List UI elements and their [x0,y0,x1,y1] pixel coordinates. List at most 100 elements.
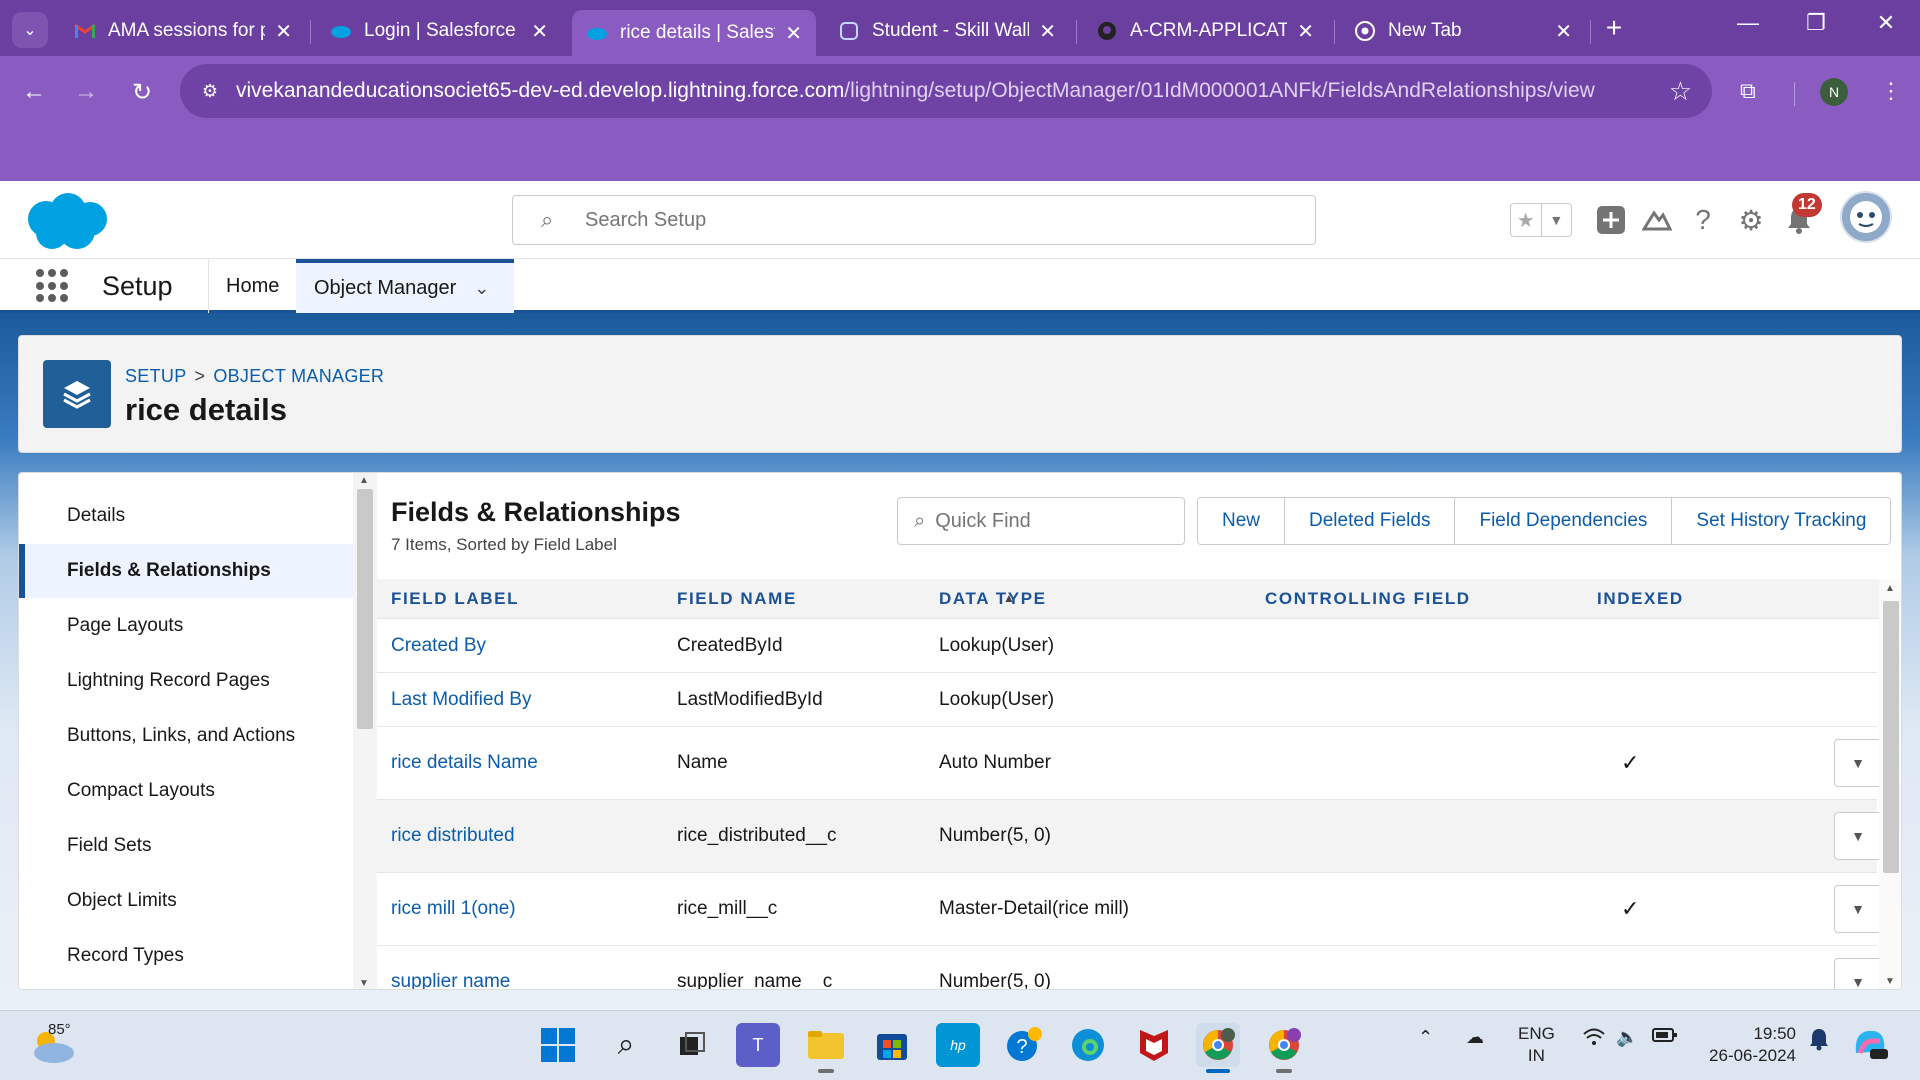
teams-icon[interactable]: T [736,1023,780,1067]
system-clock[interactable]: 19:50 26-06-2024 [1700,1023,1796,1067]
mcafee-icon[interactable] [1132,1023,1176,1067]
scroll-up-arrow-icon[interactable]: ▲ [359,475,369,486]
sidebar-item-fields-relationships[interactable]: Fields & Relationships [19,544,353,598]
setup-search[interactable]: ⌕ [512,195,1316,245]
salesforce-logo[interactable] [22,191,112,253]
scroll-down-arrow-icon[interactable]: ▼ [359,978,369,989]
sidebar-item-record-types[interactable]: Record Types [19,929,353,983]
trailhead-icon[interactable] [1640,203,1674,237]
sidebar-item-buttons-links-actions[interactable]: Buttons, Links, and Actions [19,709,353,763]
field-label-link[interactable]: rice distributed [391,800,515,872]
sidebar-item-details[interactable]: Details [19,489,353,543]
chrome-profile-icon[interactable] [1196,1023,1240,1067]
file-explorer-icon[interactable] [804,1023,848,1067]
close-tab-icon[interactable]: ✕ [1039,19,1056,44]
battery-icon[interactable] [1652,1027,1678,1048]
extensions-icon[interactable]: ⧉ [1740,78,1756,104]
close-tab-icon[interactable]: ✕ [531,19,548,44]
sidebar-item-lightning-record-pages[interactable]: Lightning Record Pages [19,654,353,708]
field-label-link[interactable]: Last Modified By [391,673,531,726]
row-actions-dropdown[interactable]: ▼ [1834,739,1882,787]
myhp-icon[interactable]: hp [936,1023,980,1067]
breadcrumb-setup-link[interactable]: SETUP [125,366,187,386]
field-dependencies-button[interactable]: Field Dependencies [1454,498,1672,544]
app-launcher-icon[interactable] [36,269,70,303]
minimize-icon[interactable]: — [1728,10,1768,36]
bookmark-star-icon[interactable]: ☆ [1669,76,1692,107]
profile-avatar[interactable]: N [1820,78,1848,106]
scroll-up-arrow-icon[interactable]: ▲ [1885,583,1895,594]
table-scrollbar[interactable]: ▲ ▼ [1879,579,1901,989]
scrollbar-thumb[interactable] [357,489,373,729]
favorite-star-icon[interactable]: ★ [1511,204,1541,236]
scroll-down-arrow-icon[interactable]: ▼ [1885,976,1895,987]
breadcrumb-object-manager-link[interactable]: OBJECT MANAGER [213,366,384,386]
column-header-indexed[interactable]: INDEXED [1597,579,1684,619]
forward-arrow-icon[interactable]: → [68,78,104,106]
search-icon[interactable]: ⌕ [604,1023,648,1067]
address-bar[interactable]: ⚙ vivekanandeducationsociet65-dev-ed.dev… [180,64,1712,118]
user-avatar[interactable] [1840,191,1892,243]
column-header-field-label[interactable]: FIELD LABEL [391,579,519,619]
chevron-up-icon[interactable]: ⌃ [1418,1027,1433,1048]
global-actions-icon[interactable] [1594,203,1628,237]
scrollbar-thumb[interactable] [1883,601,1899,873]
quick-find-input[interactable] [935,509,1166,533]
tab-search-button[interactable]: ⌄ [12,12,48,48]
task-view-icon[interactable] [670,1023,714,1067]
nav-item-object-manager[interactable]: Object Manager ⌄ [296,259,514,313]
nav-item-home[interactable]: Home [208,259,297,313]
set-history-tracking-button[interactable]: Set History Tracking [1671,498,1891,544]
site-info-icon[interactable]: ⚙ [190,81,230,102]
new-field-button[interactable]: New [1198,498,1285,544]
field-label-link[interactable]: supplier name [391,946,510,989]
restore-icon[interactable]: ❐ [1796,10,1836,36]
column-header-controlling-field[interactable]: CONTROLLING FIELD [1265,579,1471,619]
close-tab-icon[interactable]: ✕ [275,19,292,44]
windows-start-icon[interactable] [536,1023,580,1067]
favorites-dropdown-icon[interactable]: ▼ [1540,204,1572,236]
field-label-link[interactable]: Created By [391,619,486,672]
browser-tab[interactable]: AMA sessions for p ✕ [60,10,306,52]
browser-tab[interactable]: New Tab ✕ [1340,10,1586,52]
sidebar-scrollbar[interactable]: ▲ ▼ [353,473,377,989]
close-tab-icon[interactable]: ✕ [785,21,802,46]
row-actions-dropdown[interactable]: ▼ [1834,812,1882,860]
close-window-icon[interactable]: ✕ [1866,10,1906,36]
back-arrow-icon[interactable]: ← [16,78,52,106]
new-tab-button[interactable]: + [1596,12,1632,44]
wifi-icon[interactable] [1582,1027,1606,1052]
gear-icon[interactable]: ⚙ [1734,203,1768,237]
close-tab-icon[interactable]: ✕ [1555,19,1572,44]
sidebar-item-field-sets[interactable]: Field Sets [19,819,353,873]
field-label-link[interactable]: rice details Name [391,727,538,799]
column-header-field-name[interactable]: FIELD NAME [677,579,797,619]
sidebar-item-object-limits[interactable]: Object Limits [19,874,353,928]
reload-icon[interactable]: ↻ [124,78,160,107]
copilot-icon[interactable] [1850,1023,1890,1066]
favorites-group[interactable]: ★ ▼ [1510,203,1572,237]
sidebar-item-compact-layouts[interactable]: Compact Layouts [19,764,353,818]
kebab-menu-icon[interactable]: ⋮ [1880,78,1902,104]
get-help-icon[interactable]: ? [1002,1023,1046,1067]
onedrive-icon[interactable]: ☁ [1466,1027,1484,1048]
setup-search-input[interactable] [585,208,1185,232]
help-icon[interactable]: ? [1686,203,1720,237]
quick-find[interactable]: ⌕ [897,497,1185,545]
notification-bell-icon[interactable] [1808,1027,1830,1056]
row-actions-dropdown[interactable]: ▼ [1834,958,1882,989]
sidebar-item-page-layouts[interactable]: Page Layouts [19,599,353,653]
volume-icon[interactable]: 🔈 [1616,1027,1638,1048]
microsoft-store-icon[interactable] [870,1023,914,1067]
browser-tab[interactable]: Login | Salesforce ✕ [316,10,562,52]
browser-tab-active[interactable]: rice details | Salesf ✕ [572,10,816,56]
field-label-link[interactable]: rice mill 1(one) [391,873,516,945]
input-language[interactable]: ENG IN [1518,1023,1555,1067]
close-tab-icon[interactable]: ✕ [1297,19,1314,44]
chrome-profile-icon[interactable] [1262,1023,1306,1067]
chevron-down-icon[interactable]: ⌄ [474,278,489,299]
column-header-data-type[interactable]: DATA TYPE [939,579,1047,619]
edge-icon[interactable] [1066,1023,1110,1067]
browser-tab[interactable]: A-CRM-APPLICATI ✕ [1082,10,1328,52]
row-actions-dropdown[interactable]: ▼ [1834,885,1882,933]
